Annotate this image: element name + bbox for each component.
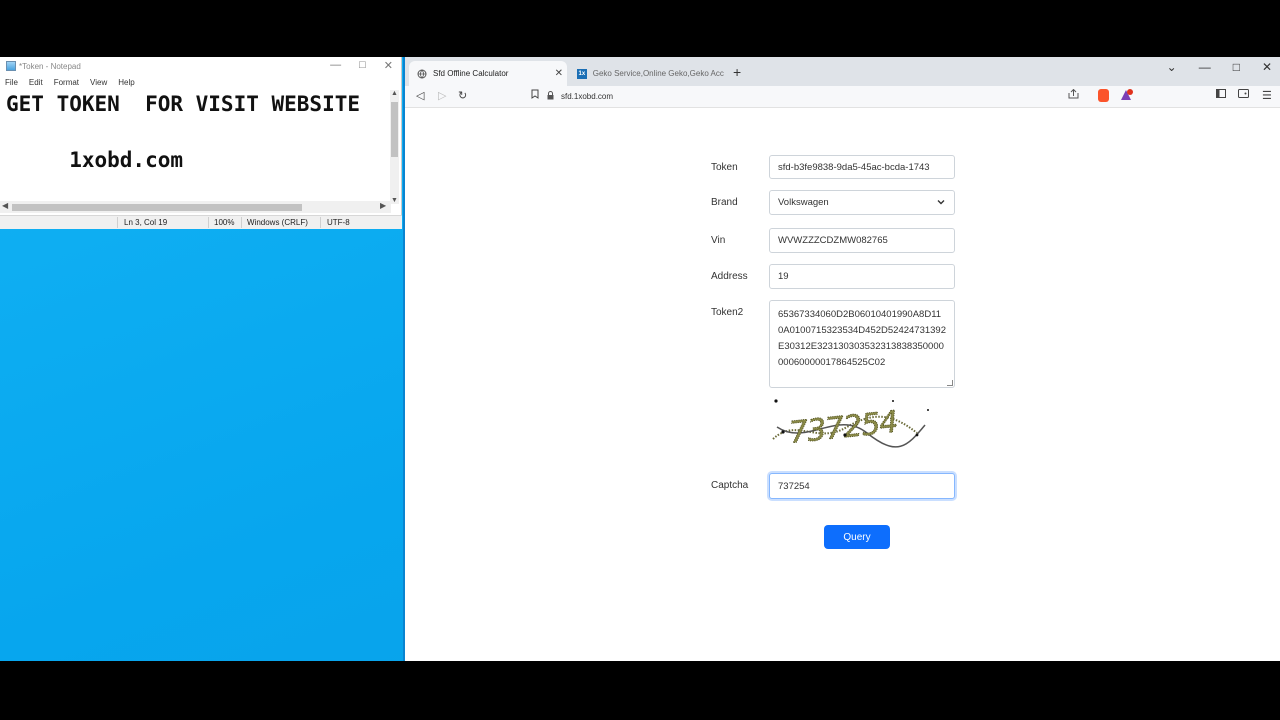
scrollbar-thumb[interactable]: [12, 204, 302, 211]
reload-icon[interactable]: ↻: [458, 89, 467, 102]
site-favicon-icon: 1x: [577, 68, 587, 79]
close-icon[interactable]: ✕: [384, 59, 393, 72]
bookmark-icon[interactable]: [531, 89, 539, 102]
notepad-menubar: File Edit Format View Help: [0, 75, 401, 89]
resize-handle-icon[interactable]: [947, 380, 953, 386]
maximize-icon[interactable]: □: [359, 59, 366, 72]
browser-window: Sfd Offline Calculator ✕ 1x Geko Service…: [403, 57, 1280, 661]
scroll-up-icon[interactable]: ▲: [390, 90, 399, 97]
notepad-title: *Token - Notepad: [19, 61, 81, 71]
wallet-icon[interactable]: [1238, 89, 1249, 101]
notepad-window: *Token - Notepad — □ ✕ File Edit Format …: [0, 57, 402, 229]
brand-select[interactable]: Volkswagen: [769, 190, 955, 215]
status-position: Ln 3, Col 19: [124, 218, 168, 227]
back-icon[interactable]: ◁: [416, 89, 424, 102]
maximize-icon[interactable]: □: [1233, 60, 1240, 74]
menu-icon[interactable]: ☰: [1262, 89, 1272, 102]
notepad-icon: [6, 61, 16, 71]
menu-file[interactable]: File: [5, 78, 18, 87]
tab-sfd-calculator[interactable]: Sfd Offline Calculator ✕: [409, 61, 567, 86]
token2-textarea[interactable]: 65367334060D2B06010401990A8D110A01007153…: [769, 300, 955, 388]
notepad-vertical-scrollbar[interactable]: ▲ ▼: [390, 90, 399, 204]
close-icon[interactable]: ✕: [1262, 60, 1272, 74]
captcha-label: Captcha: [711, 480, 749, 491]
scroll-down-icon[interactable]: ▼: [390, 197, 399, 204]
notepad-line-3: 1xobd.com: [6, 148, 184, 172]
page-content: Token sfd-b3fe9838-9da5-45ac-bcda-1743 B…: [405, 108, 1280, 661]
menu-format[interactable]: Format: [54, 78, 79, 87]
close-tab-icon[interactable]: ✕: [555, 68, 563, 79]
brave-shields-icon[interactable]: [1098, 89, 1109, 102]
captcha-text: 737254: [788, 405, 900, 451]
menu-edit[interactable]: Edit: [29, 78, 43, 87]
screen: *Token - Notepad — □ ✕ File Edit Format …: [0, 0, 1280, 720]
globe-icon: [417, 69, 427, 79]
status-zoom: 100%: [214, 218, 235, 227]
token-label: Token: [711, 162, 738, 173]
status-line-ending: Windows (CRLF): [247, 218, 308, 227]
brave-rewards-icon[interactable]: [1120, 89, 1133, 104]
notepad-statusbar: Ln 3, Col 19 100% Windows (CRLF) UTF-8: [0, 215, 402, 229]
tab-bar: Sfd Offline Calculator ✕ 1x Geko Service…: [405, 57, 1280, 86]
address-bar[interactable]: sfd.1xobd.com: [547, 88, 1081, 105]
brand-label: Brand: [711, 197, 738, 208]
brand-selected-value: Volkswagen: [778, 197, 829, 208]
token2-label: Token2: [711, 307, 744, 318]
notepad-text-area[interactable]: GET TOKEN FOR VISIT WEBSITE 1xobd.com: [0, 90, 391, 258]
menu-view[interactable]: View: [90, 78, 107, 87]
address-input[interactable]: 19: [769, 264, 955, 289]
notepad-line-1: GET TOKEN FOR VISIT WEBSITE: [6, 92, 361, 116]
menu-help[interactable]: Help: [118, 78, 134, 87]
token2-text: 65367334060D2B06010401990A8D110A01007153…: [778, 309, 946, 368]
query-button[interactable]: Query: [824, 525, 890, 549]
scrollbar-thumb[interactable]: [391, 102, 398, 157]
browser-window-controls: ⌄ — □ ✕: [1167, 60, 1272, 74]
minimize-icon[interactable]: —: [1199, 60, 1211, 74]
status-encoding: UTF-8: [327, 218, 350, 227]
scroll-left-icon[interactable]: ◀: [2, 201, 8, 210]
vin-input[interactable]: WVWZZZCDZMW082765: [769, 228, 955, 253]
notepad-window-controls: — □ ✕: [330, 59, 393, 72]
sidebar-icon[interactable]: [1216, 89, 1226, 101]
new-tab-icon[interactable]: +: [733, 64, 741, 80]
chevron-down-icon: [936, 197, 946, 210]
chevron-down-icon[interactable]: ⌄: [1167, 60, 1177, 74]
tab-title: Sfd Offline Calculator: [433, 69, 509, 78]
browser-toolbar: ◁ ▷ ↻ sfd.1xobd.com ☰: [405, 86, 1280, 108]
address-label: Address: [711, 271, 748, 282]
scroll-right-icon[interactable]: ▶: [380, 201, 386, 210]
forward-icon[interactable]: ▷: [438, 89, 446, 102]
vin-label: Vin: [711, 235, 726, 246]
tab-geko-service[interactable]: 1x Geko Service,Online Geko,Geko Acco: [569, 61, 724, 86]
token-input[interactable]: sfd-b3fe9838-9da5-45ac-bcda-1743: [769, 155, 955, 179]
minimize-icon[interactable]: —: [330, 59, 341, 72]
notepad-horizontal-scrollbar[interactable]: ◀ ▶: [0, 201, 391, 213]
captcha-input[interactable]: 737254: [769, 473, 955, 499]
tab-title: Geko Service,Online Geko,Geko Acco: [592, 69, 724, 78]
url-text: sfd.1xobd.com: [561, 92, 614, 101]
lock-icon: [547, 91, 554, 102]
captcha-image: 737254: [767, 397, 931, 455]
notepad-line-2: [0, 118, 391, 146]
share-icon[interactable]: [1068, 88, 1079, 102]
